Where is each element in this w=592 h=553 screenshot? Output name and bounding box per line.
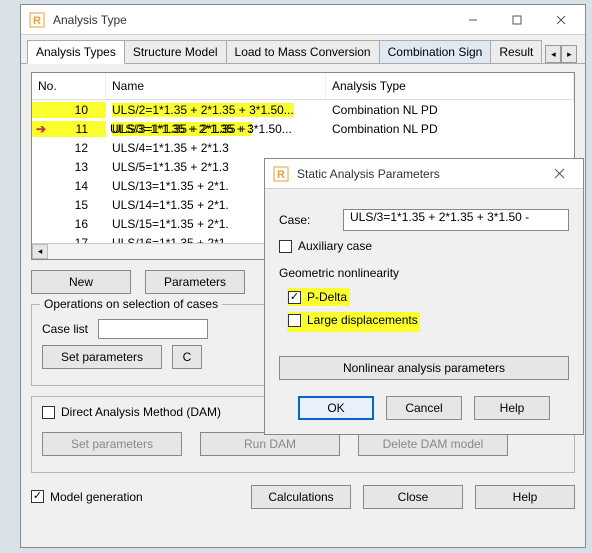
col-header-name[interactable]: Name xyxy=(106,73,326,99)
static-analysis-parameters-dialog: R Static Analysis Parameters Case: ULS/3… xyxy=(264,158,584,435)
dialog-help-button[interactable]: Help xyxy=(474,396,550,420)
tab-analysis-types[interactable]: Analysis Types xyxy=(27,40,125,64)
dam-set-parameters-button[interactable]: Set parameters xyxy=(42,432,182,456)
scroll-left-icon[interactable]: ◂ xyxy=(32,244,48,259)
p-delta-checkbox[interactable]: P-Delta xyxy=(288,290,347,304)
cancel-button[interactable]: Cancel xyxy=(386,396,462,420)
svg-text:R: R xyxy=(277,169,285,181)
case-list-input[interactable] xyxy=(98,319,208,339)
run-dam-button[interactable]: Run DAM xyxy=(200,432,340,456)
auxiliary-case-checkbox[interactable]: Auxiliary case xyxy=(279,239,372,253)
window-title: Analysis Type xyxy=(53,13,451,27)
app-logo-icon: R xyxy=(271,164,291,184)
current-row-arrow-icon: ➔ xyxy=(36,122,46,136)
large-displacements-checkbox[interactable]: Large displacements xyxy=(288,313,418,327)
dam-checkbox[interactable]: Direct Analysis Method (DAM) xyxy=(42,405,221,419)
svg-text:R: R xyxy=(33,15,41,27)
dialog-close-button[interactable] xyxy=(537,159,581,189)
case-value-input[interactable]: ULS/3=1*1.35 + 2*1.35 + 3*1.50 - xyxy=(343,209,569,231)
delete-dam-button[interactable]: Delete DAM model xyxy=(358,432,508,456)
app-logo-icon: R xyxy=(27,10,47,30)
tab-scroll-left-button[interactable]: ◂ xyxy=(545,45,561,63)
col-header-analysis-type[interactable]: Analysis Type xyxy=(326,73,574,99)
case-list-label: Case list xyxy=(42,322,88,336)
tab-load-to-mass[interactable]: Load to Mass Conversion xyxy=(226,40,380,63)
table-row[interactable]: 10 ULS/2=1*1.35 + 2*1.35 + 3*1.50... Com… xyxy=(32,100,574,119)
tab-structure-model[interactable]: Structure Model xyxy=(124,40,227,63)
case-label: Case: xyxy=(279,213,333,227)
tab-scroll-right-button[interactable]: ▸ xyxy=(561,45,577,63)
new-button[interactable]: New xyxy=(31,270,131,294)
model-generation-checkbox[interactable]: Model generation xyxy=(31,490,143,504)
window-minimize-button[interactable] xyxy=(451,5,495,35)
operations-group-label: Operations on selection of cases xyxy=(40,297,222,311)
col-header-no[interactable]: No. xyxy=(32,73,106,99)
calculations-button[interactable]: Calculations xyxy=(251,485,351,509)
nonlinear-analysis-parameters-button[interactable]: Nonlinear analysis parameters xyxy=(279,356,569,380)
geometric-nonlinearity-label: Geometric nonlinearity xyxy=(279,266,569,280)
table-row[interactable]: ➔ 11 ULS/3=1*1.35 + 2*1.35 + 3*1.50...UL… xyxy=(32,119,574,138)
ok-button[interactable]: OK xyxy=(298,396,374,420)
tab-combination-sign[interactable]: Combination Sign xyxy=(379,40,492,63)
c-button[interactable]: C xyxy=(172,345,202,369)
table-row[interactable]: 12ULS/4=1*1.35 + 2*1.3 xyxy=(32,138,574,157)
dialog-title: Static Analysis Parameters xyxy=(297,167,537,181)
help-button[interactable]: Help xyxy=(475,485,575,509)
tab-result[interactable]: Result xyxy=(490,40,542,63)
titlebar-main: R Analysis Type xyxy=(21,5,585,35)
window-close-button[interactable] xyxy=(539,5,583,35)
window-maximize-button[interactable] xyxy=(495,5,539,35)
tab-strip: Analysis Types Structure Model Load to M… xyxy=(21,35,585,64)
set-parameters-button[interactable]: Set parameters xyxy=(42,345,162,369)
close-button[interactable]: Close xyxy=(363,485,463,509)
parameters-button[interactable]: Parameters xyxy=(145,270,245,294)
